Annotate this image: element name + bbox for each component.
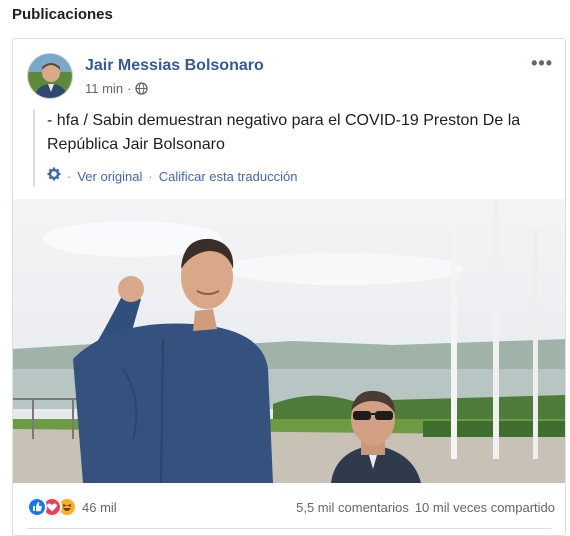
shares-count[interactable]: 10 mil veces compartido bbox=[415, 500, 555, 515]
like-reaction-icon bbox=[27, 497, 47, 517]
post-photo[interactable] bbox=[13, 199, 565, 483]
post-body: - hfa / Sabin demuestran negativo para e… bbox=[47, 112, 521, 153]
reaction-icons[interactable] bbox=[27, 497, 77, 517]
author-name[interactable]: Jair Messias Bolsonaro bbox=[85, 57, 264, 75]
rate-translation-link[interactable]: Calificar esta traducción bbox=[159, 165, 298, 189]
see-original-link[interactable]: Ver original bbox=[77, 165, 142, 189]
gear-icon[interactable] bbox=[47, 165, 61, 189]
avatar[interactable] bbox=[27, 53, 73, 99]
reaction-count[interactable]: 46 mil bbox=[82, 500, 117, 515]
engagement-stats: 5,5 mil comentarios 10 mil veces compart… bbox=[296, 500, 555, 515]
globe-icon bbox=[135, 82, 149, 95]
section-title: Publicaciones bbox=[12, 6, 113, 23]
translation-row: · Ver original · Calificar esta traducci… bbox=[47, 167, 553, 187]
post-card: Jair Messias Bolsonaro 11 min · ••• - hf… bbox=[12, 38, 566, 536]
reactions-bar: 46 mil 5,5 mil comentarios 10 mil veces … bbox=[27, 495, 555, 519]
comments-count[interactable]: 5,5 mil comentarios bbox=[296, 500, 409, 515]
post-text-block: - hfa / Sabin demuestran negativo para e… bbox=[33, 109, 553, 187]
dot-separator: · bbox=[127, 81, 132, 96]
separator: · bbox=[67, 169, 72, 184]
separator: · bbox=[148, 169, 153, 184]
post-time[interactable]: 11 min bbox=[85, 81, 123, 96]
post-meta: 11 min · bbox=[85, 81, 149, 96]
more-options-icon[interactable]: ••• bbox=[531, 53, 553, 74]
divider bbox=[27, 528, 551, 529]
